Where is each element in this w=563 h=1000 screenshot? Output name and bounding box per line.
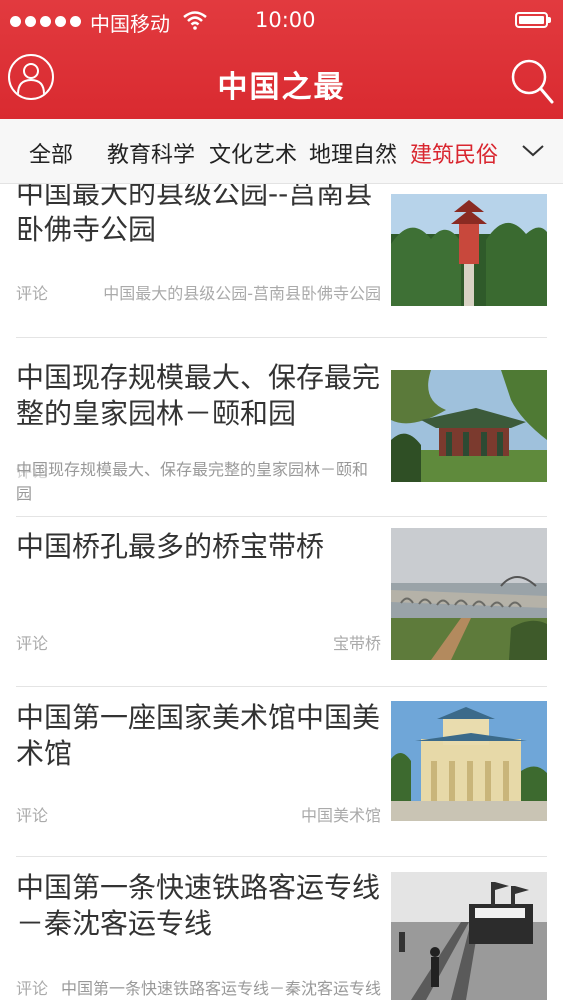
carrier-name: 中国移动 (90, 12, 170, 36)
list-item[interactable]: 中国第一座国家美术馆中国美术馆 评论 中国美术馆 (0, 686, 563, 857)
article-title: 中国第一座国家美术馆中国美术馆 (16, 701, 381, 770)
article-tag: 中国现存规模最大、保存最完整的皇家园林－颐和园 (16, 460, 369, 503)
battery-icon (515, 12, 551, 28)
article-thumbnail (391, 370, 547, 482)
comment-label[interactable]: 评论 (16, 802, 48, 826)
article-title: 中国最大的县级公园--莒南县卧佛寺公园 (16, 184, 373, 246)
comment-label[interactable]: 评论 (16, 630, 48, 654)
article-thumbnail (391, 528, 547, 660)
article-title: 中国第一条快速铁路客运专线－秦沈客运专线 (16, 871, 381, 940)
article-title: 中国现存规模最大、保存最完整的皇家园林－颐和园 (16, 361, 381, 430)
clock: 10:00 (255, 8, 316, 32)
comment-label[interactable]: 评论 (16, 280, 48, 304)
category-tabs: 全部 教育科学 文化艺术 地理自然 建筑民俗 (0, 119, 563, 184)
article-tag: 宝带桥 (332, 634, 381, 653)
article-list: 中国最大的县级公园--莒南县卧佛寺公园 评论 中国最大的县级公园-莒南县卧佛寺公… (0, 184, 563, 1000)
tab-architecture-folk[interactable]: 建筑民俗 (410, 137, 498, 169)
divider (16, 337, 547, 338)
list-item[interactable]: 中国第一条快速铁路客运专线－秦沈客运专线 评论 中国第一条快速铁路客运专线－秦沈… (0, 856, 563, 1000)
tab-all[interactable]: 全部 (29, 137, 73, 169)
nav-bar: 中国之最 (0, 44, 563, 119)
list-item[interactable]: 中国桥孔最多的桥宝带桥 评论 宝带桥 (0, 516, 563, 687)
search-button[interactable] (508, 56, 556, 108)
article-thumbnail (391, 872, 547, 1000)
article-tag: 中国最大的县级公园-莒南县卧佛寺公园 (103, 284, 381, 303)
expand-tabs-button[interactable] (520, 140, 546, 160)
page-title: 中国之最 (217, 70, 346, 105)
tab-geography-nature[interactable]: 地理自然 (309, 137, 397, 169)
search-icon (511, 59, 554, 104)
article-thumbnail (391, 194, 547, 306)
tab-culture-art[interactable]: 文化艺术 (209, 137, 297, 169)
wifi-icon (182, 10, 208, 35)
chevron-down-icon (522, 145, 544, 157)
tab-education-science[interactable]: 教育科学 (107, 137, 195, 169)
article-thumbnail (391, 701, 547, 821)
article-title: 中国桥孔最多的桥宝带桥 (16, 530, 325, 563)
signal-icon (10, 16, 81, 27)
article-tag: 中国第一条快速铁路客运专线－秦沈客运专线 (60, 979, 381, 998)
comment-label[interactable]: 评论 (16, 975, 48, 999)
list-item[interactable]: 中国现存规模最大、保存最完整的皇家园林－颐和园 评论 中国现存规模最大、保存最完… (0, 346, 563, 517)
list-item[interactable]: 中国最大的县级公园--莒南县卧佛寺公园 评论 中国最大的县级公园-莒南县卧佛寺公… (0, 184, 563, 338)
article-tag: 中国美术馆 (300, 806, 381, 825)
status-bar: 中国移动 10:00 (0, 0, 563, 44)
